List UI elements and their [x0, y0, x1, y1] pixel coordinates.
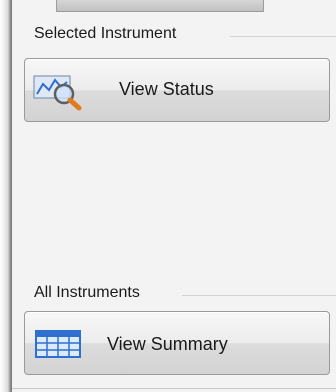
table-grid-icon: [35, 330, 81, 358]
view-summary-label: View Summary: [107, 334, 228, 354]
view-status-button[interactable]: View Status: [24, 58, 330, 122]
bottom-border: [12, 388, 336, 389]
all-instruments-header: All Instruments: [34, 284, 140, 301]
view-status-label: View Status: [119, 79, 214, 99]
group-divider: [230, 36, 336, 37]
graph-magnifier-icon: [33, 75, 82, 111]
panel-left-edge: [0, 0, 12, 392]
view-summary-button[interactable]: View Summary: [24, 311, 330, 375]
group-divider: [182, 295, 336, 296]
selected-instrument-header: Selected Instrument: [34, 25, 177, 42]
top-partial-control: [56, 0, 264, 12]
